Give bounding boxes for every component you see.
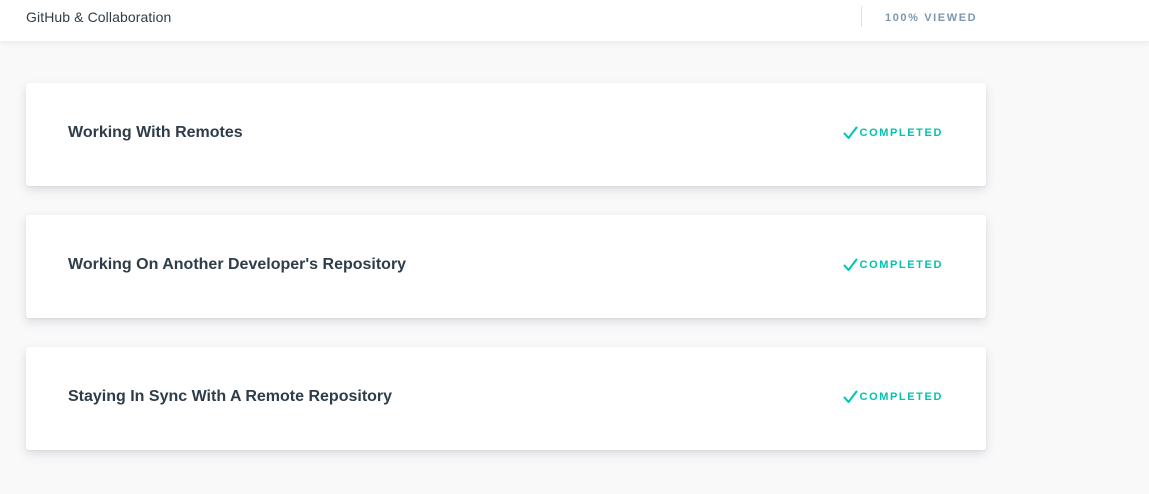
lesson-title[interactable]: Working On Another Developer's Repositor… [68, 256, 406, 274]
lesson-card[interactable]: Working On Another Developer's Repositor… [26, 215, 986, 318]
course-title: GitHub & Collaboration [26, 9, 172, 25]
lesson-card[interactable]: Working With Remotes COMPLETED [26, 83, 986, 186]
check-icon [843, 390, 858, 404]
lesson-title[interactable]: Staying In Sync With A Remote Repository [68, 388, 392, 406]
lesson-status: COMPLETED [843, 258, 943, 272]
lesson-status: COMPLETED [843, 126, 943, 140]
progress-indicator: 100% VIEWED [885, 12, 978, 24]
check-icon [843, 258, 858, 272]
header-divider [861, 6, 862, 27]
lesson-status-label: COMPLETED [859, 127, 943, 139]
lesson-title[interactable]: Working With Remotes [68, 124, 243, 142]
check-icon [843, 126, 858, 140]
lesson-status-label: COMPLETED [859, 259, 943, 271]
lesson-status-label: COMPLETED [859, 391, 943, 403]
course-header: GitHub & Collaboration 100% VIEWED [0, 0, 1149, 41]
lesson-card[interactable]: Staying In Sync With A Remote Repository… [26, 347, 986, 450]
lesson-status: COMPLETED [843, 390, 943, 404]
